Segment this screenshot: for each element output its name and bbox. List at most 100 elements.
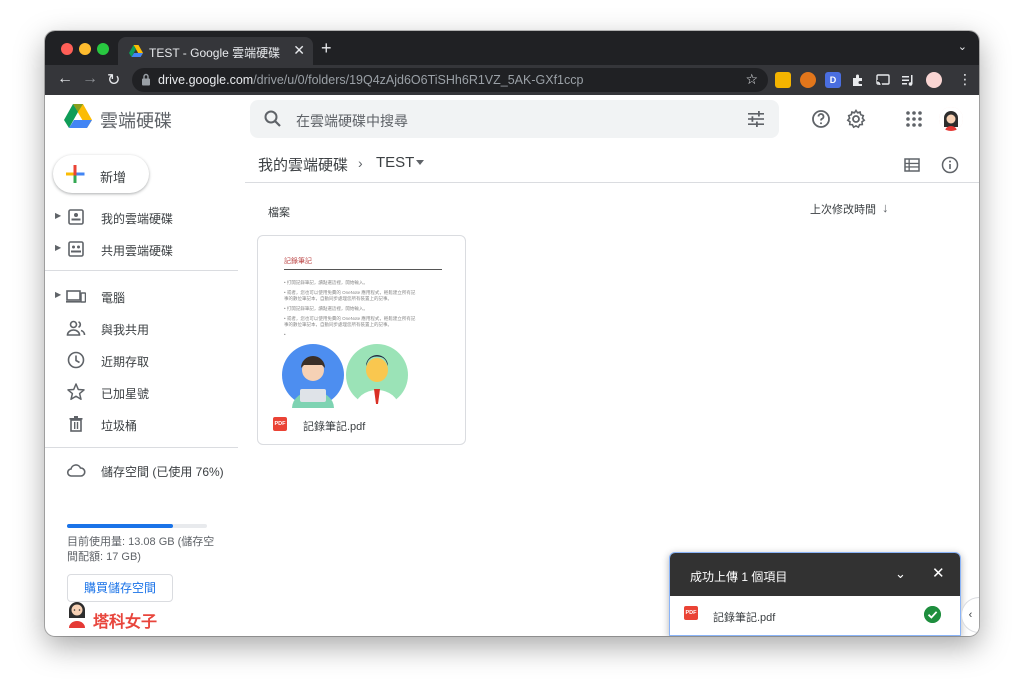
file-name[interactable]: 記錄筆記.pdf xyxy=(303,418,365,434)
sidebar-divider xyxy=(45,270,238,271)
tab-strip: TEST - Google 雲端硬碟 ✕ + ⌄ xyxy=(45,31,979,65)
reload-button[interactable]: ↻ xyxy=(107,70,120,90)
apps-grid-icon[interactable] xyxy=(904,109,924,129)
extensions-puzzle-icon[interactable] xyxy=(850,72,866,88)
cloud-icon xyxy=(66,464,86,477)
sidebar-item-trash[interactable]: 垃圾桶 xyxy=(45,408,240,440)
doc-preview-line: • xyxy=(284,332,286,337)
my-drive-icon xyxy=(68,209,84,225)
shared-with-me-icon xyxy=(66,320,86,336)
doc-preview-title: 記錄筆記 xyxy=(284,258,312,265)
forward-button[interactable]: → xyxy=(82,70,98,88)
expand-caret-icon[interactable]: ▶ xyxy=(55,211,61,220)
browser-menu-icon[interactable]: ⋮ xyxy=(958,71,972,88)
watermark-girl-icon xyxy=(69,602,85,628)
sort-by-button[interactable]: 上次修改時間 xyxy=(810,201,876,217)
info-icon[interactable] xyxy=(941,156,959,174)
storage-usage-text: 目前使用量: 13.08 GB (儲存空間配額: 17 GB) xyxy=(67,536,215,563)
watermark-text: 塔科女子 xyxy=(93,614,158,631)
pdf-file-icon: PDF xyxy=(273,417,287,431)
media-control-icon[interactable] xyxy=(900,72,916,88)
collapse-chevron-icon[interactable]: ⌄ xyxy=(895,566,906,582)
sidebar-item-label: 已加星號 xyxy=(101,387,150,401)
url-host: drive.google.com xyxy=(158,73,254,87)
sidebar-item-starred[interactable]: 已加星號 xyxy=(45,376,240,408)
sidebar: 新增 ▶ 我的雲端硬碟 ▶ 共用雲端硬碟 ▶ 電腦 與我共用 近期存取 已加星號… xyxy=(45,143,245,636)
browser-toolbar: ← → ↻ drive.google.com/drive/u/0/folders… xyxy=(45,65,979,95)
breadcrumb-current-folder[interactable]: TEST xyxy=(376,154,414,171)
sidebar-item-label: 與我共用 xyxy=(101,323,150,337)
sidebar-item-shared-drives[interactable]: ▶ 共用雲端硬碟 xyxy=(45,233,240,265)
list-view-icon[interactable] xyxy=(903,156,921,174)
close-window-button[interactable] xyxy=(61,43,73,55)
bookmark-star-icon[interactable]: ☆ xyxy=(745,71,758,88)
browser-window: TEST - Google 雲端硬碟 ✕ + ⌄ ← → ↻ drive.goo… xyxy=(45,31,979,636)
header-divider xyxy=(245,182,979,183)
pdf-file-icon: PDF xyxy=(684,606,698,620)
browser-tab[interactable]: TEST - Google 雲端硬碟 ✕ xyxy=(118,37,313,65)
watermark-logo: 塔科女子 xyxy=(65,598,175,631)
expand-caret-icon[interactable]: ▶ xyxy=(55,243,61,252)
doc-preview-rule xyxy=(284,269,442,270)
files-section-label: 檔案 xyxy=(268,207,290,219)
search-input[interactable]: 在雲端硬碟中搜尋 xyxy=(296,111,408,131)
close-icon[interactable]: ✕ xyxy=(932,564,945,582)
tab-search-button[interactable]: ⌄ xyxy=(958,40,967,53)
url-text: drive.google.com/drive/u/0/folders/19Q4z… xyxy=(158,73,583,87)
recent-clock-icon xyxy=(67,351,85,369)
sidebar-item-label: 共用雲端硬碟 xyxy=(101,244,174,258)
sidebar-item-shared-with-me[interactable]: 與我共用 xyxy=(45,312,240,344)
tab-title: TEST - Google 雲端硬碟 xyxy=(149,46,281,60)
zoom-window-button[interactable] xyxy=(97,43,109,55)
search-icon[interactable] xyxy=(263,109,283,129)
sidebar-divider xyxy=(45,447,238,448)
doc-preview-line: • 打開記錄筆記，讀點選這裡，開始輸入。 xyxy=(284,306,368,311)
folder-menu-caret-icon[interactable] xyxy=(416,160,424,165)
back-button[interactable]: ← xyxy=(57,70,73,88)
doc-illustration-people-icon xyxy=(282,344,408,408)
sidebar-item-label: 我的雲端硬碟 xyxy=(101,212,174,226)
sidebar-item-label: 近期存取 xyxy=(101,355,150,369)
storage-progress-bar xyxy=(67,524,207,528)
extension-broom-icon[interactable] xyxy=(775,72,791,88)
new-tab-button[interactable]: + xyxy=(321,38,332,59)
account-avatar[interactable] xyxy=(939,107,963,131)
upload-file-name: 記錄筆記.pdf xyxy=(713,612,776,624)
settings-gear-icon[interactable] xyxy=(846,109,866,129)
breadcrumb-my-drive[interactable]: 我的雲端硬碟 xyxy=(258,154,348,175)
new-button-label: 新增 xyxy=(100,170,127,185)
sidebar-item-my-drive[interactable]: ▶ 我的雲端硬碟 xyxy=(45,201,240,233)
upload-panel-title: 成功上傳 1 個項目 xyxy=(690,570,788,584)
upload-item[interactable]: PDF 記錄筆記.pdf xyxy=(670,596,960,635)
screenshot-background: TEST - Google 雲端硬碟 ✕ + ⌄ ← → ↻ drive.goo… xyxy=(0,0,1024,696)
drive-header: 雲端硬碟 在雲端硬碟中搜尋 xyxy=(45,95,979,143)
sidebar-item-storage[interactable]: 儲存空間 (已使用 76%) xyxy=(45,454,240,486)
search-options-icon[interactable] xyxy=(747,110,765,128)
star-icon xyxy=(67,383,85,401)
extension-d-icon[interactable]: D xyxy=(825,72,841,88)
lock-icon xyxy=(142,73,150,86)
computers-icon xyxy=(66,290,86,303)
drive-favicon-icon xyxy=(129,45,143,57)
extension-fox-icon[interactable] xyxy=(800,72,816,88)
sidebar-item-computers[interactable]: ▶ 電腦 xyxy=(45,280,240,312)
shared-drives-icon xyxy=(68,241,84,257)
file-card[interactable]: 記錄筆記 • 打開記錄筆記，讀點選這裡，開始輸入。 • 或者，您也可以使用免費的… xyxy=(257,235,466,445)
minimize-window-button[interactable] xyxy=(79,43,91,55)
new-button[interactable]: 新增 xyxy=(53,155,149,193)
tab-close-icon[interactable]: ✕ xyxy=(293,42,305,59)
drive-logo-icon[interactable] xyxy=(64,103,92,129)
expand-caret-icon[interactable]: ▶ xyxy=(55,290,61,299)
sort-direction-arrow-icon[interactable]: ↓ xyxy=(882,200,889,215)
sidebar-item-recent[interactable]: 近期存取 xyxy=(45,344,240,376)
address-bar[interactable]: drive.google.com/drive/u/0/folders/19Q4z… xyxy=(132,68,768,92)
profile-avatar[interactable] xyxy=(926,72,942,88)
check-circle-icon xyxy=(924,606,941,623)
trash-icon xyxy=(69,416,83,432)
help-icon[interactable] xyxy=(811,109,831,129)
sidebar-item-label: 電腦 xyxy=(101,291,126,305)
cast-icon[interactable] xyxy=(875,72,891,88)
search-bar[interactable]: 在雲端硬碟中搜尋 xyxy=(250,100,779,138)
drive-brand-name[interactable]: 雲端硬碟 xyxy=(100,107,172,133)
plus-icon xyxy=(66,165,85,183)
